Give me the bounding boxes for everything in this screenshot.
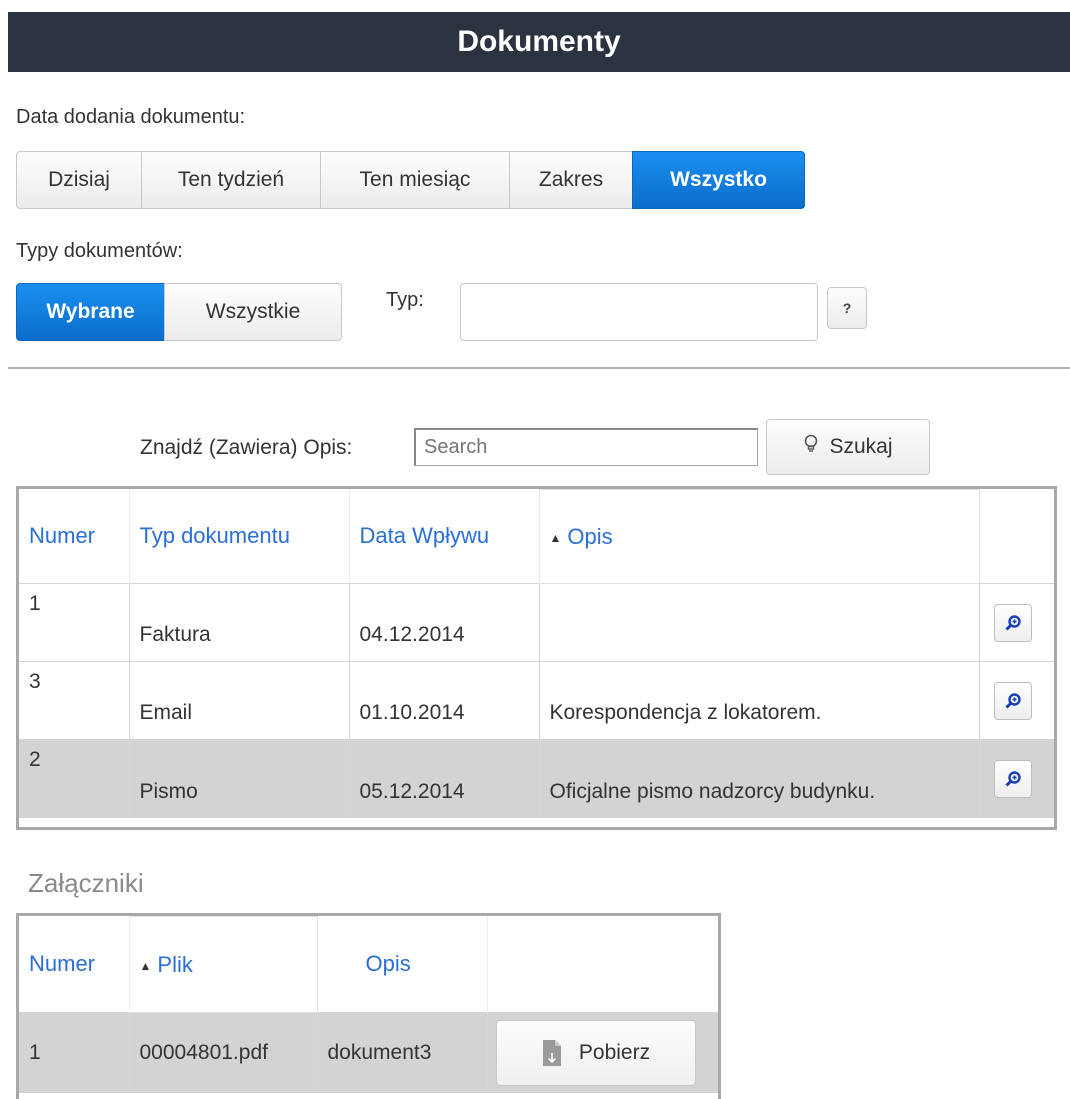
cell-action <box>978 661 1054 740</box>
date-filter-today-button[interactable]: Dzisiaj <box>16 151 142 209</box>
type-filter-all-button[interactable]: Wszystkie <box>164 283 342 341</box>
typ-label: Typ: <box>386 289 424 311</box>
date-filter-all-button[interactable]: Wszystko <box>632 151 805 209</box>
cell-opis <box>538 583 979 662</box>
att-col-header-numer[interactable]: Numer <box>19 916 130 1013</box>
search-button[interactable]: Szukaj <box>766 419 930 475</box>
search-input[interactable] <box>414 428 758 466</box>
sort-asc-icon: ▲ <box>549 530 562 545</box>
view-document-button[interactable] <box>993 759 1032 798</box>
view-document-button[interactable] <box>993 681 1032 720</box>
cell-numer: 1 <box>19 583 129 662</box>
type-filter-selected-button[interactable]: Wybrane <box>16 283 165 341</box>
cell-data: 04.12.2014 <box>348 583 539 662</box>
file-download-icon <box>542 1039 561 1066</box>
attachments-grid: Numer ▲ Plik Opis 1 00004801.pdf dokument… <box>16 913 721 1099</box>
attachments-title: Załączniki <box>28 868 144 898</box>
col-header-opis[interactable]: ▲ Opis <box>538 489 980 584</box>
download-button[interactable]: Pobierz <box>495 1019 696 1086</box>
page-title: Dokumenty <box>8 12 1070 72</box>
cell-data: 05.12.2014 <box>348 739 539 818</box>
att-col-header-plik-label: Plik <box>157 951 193 977</box>
table-row-selected[interactable]: 1 00004801.pdf dokument3 Pobierz <box>19 1012 718 1093</box>
cell-typ: Email <box>128 661 349 740</box>
col-header-typ[interactable]: Typ dokumentu <box>129 489 350 584</box>
sort-asc-icon: ▲ <box>139 958 152 973</box>
documents-grid: Numer Typ dokumentu Data Wpływu ▲ Opis 1 … <box>16 486 1057 830</box>
att-col-header-opis[interactable]: Opis <box>317 916 488 1013</box>
date-filter-week-button[interactable]: Ten tydzień <box>141 151 321 209</box>
att-col-header-plik[interactable]: ▲ Plik <box>128 916 318 1013</box>
cell-action <box>978 583 1054 662</box>
date-filter-range-button[interactable]: Zakres <box>509 151 633 209</box>
col-header-actions <box>979 489 1054 584</box>
lightbulb-icon <box>803 434 819 460</box>
col-header-numer[interactable]: Numer <box>19 489 130 584</box>
table-row[interactable]: 3 Email 01.10.2014 Korespondencja z loka… <box>19 661 1054 740</box>
type-filter-label: Typy dokumentów: <box>16 240 183 262</box>
cell-typ: Pismo <box>128 739 349 818</box>
date-filter-month-button[interactable]: Ten miesiąc <box>320 151 510 209</box>
magnifier-icon <box>1004 771 1021 787</box>
search-button-label: Szukaj <box>829 435 893 458</box>
col-header-data[interactable]: Data Wpływu <box>349 489 540 584</box>
cell-opis: Korespondencja z lokatorem. <box>538 661 979 740</box>
cell-numer: 3 <box>19 661 129 740</box>
download-button-label: Pobierz <box>578 1040 651 1064</box>
type-filter-group: Wybrane Wszystkie <box>16 283 342 341</box>
table-row-selected[interactable]: 2 Pismo 05.12.2014 Oficjalne pismo nadzo… <box>19 739 1054 818</box>
att-cell-plik: 00004801.pdf <box>128 1012 317 1093</box>
cell-opis: Oficjalne pismo nadzorcy budynku. <box>538 739 979 818</box>
divider <box>8 367 1070 369</box>
att-col-header-actions <box>487 916 718 1013</box>
magnifier-icon <box>1004 692 1021 709</box>
table-row[interactable]: 1 Faktura 04.12.2014 <box>19 583 1054 662</box>
att-cell-numer: 1 <box>19 1012 129 1093</box>
help-button[interactable]: ? <box>827 287 867 329</box>
typ-input[interactable] <box>460 283 818 341</box>
view-document-button[interactable] <box>993 603 1032 642</box>
date-filter-group: Dzisiaj Ten tydzień Ten miesiąc Zakres W… <box>16 151 805 209</box>
col-header-opis-label: Opis <box>567 523 613 549</box>
cell-action <box>978 739 1054 818</box>
cell-numer: 2 <box>19 739 129 818</box>
search-label: Znajdź (Zawiera) Opis: <box>140 436 353 459</box>
att-cell-opis: dokument3 <box>316 1012 487 1093</box>
att-cell-action: Pobierz <box>486 1012 718 1093</box>
date-filter-label: Data dodania dokumentu: <box>16 106 246 128</box>
magnifier-icon <box>1004 614 1021 631</box>
cell-data: 01.10.2014 <box>348 661 539 740</box>
cell-typ: Faktura <box>128 583 349 662</box>
